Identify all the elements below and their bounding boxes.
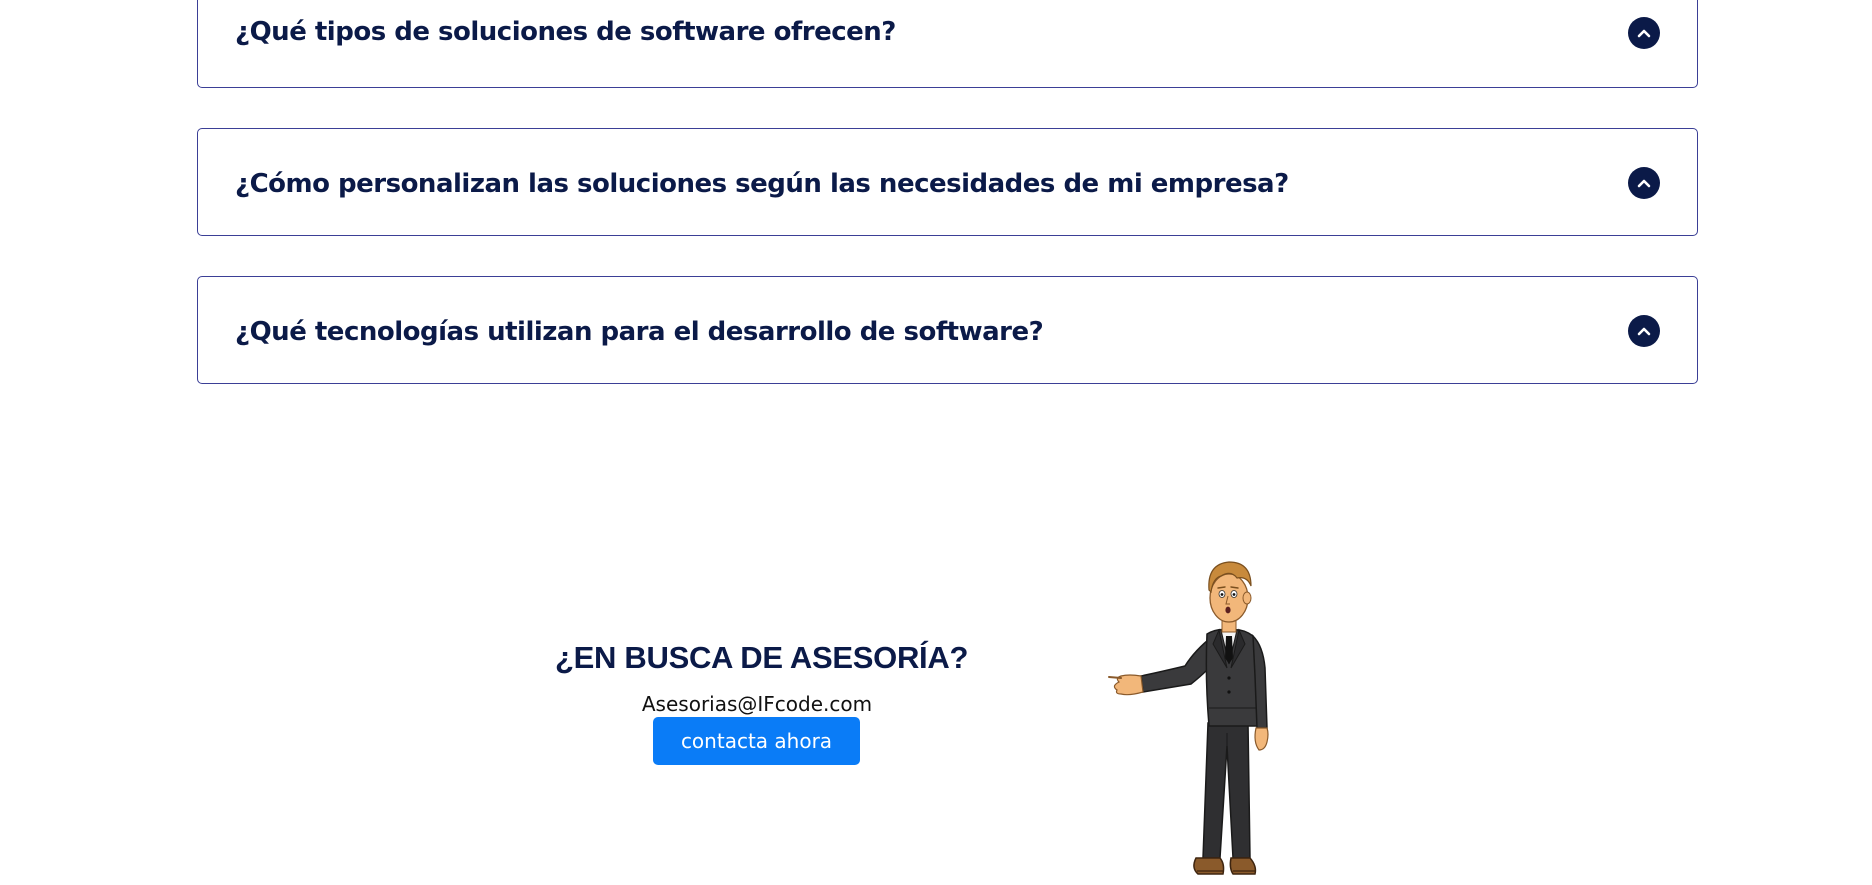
chevron-up-icon[interactable] <box>1628 167 1660 199</box>
faq-question: ¿Qué tipos de soluciones de software ofr… <box>235 17 896 47</box>
chevron-up-icon[interactable] <box>1628 315 1660 347</box>
businessman-illustration <box>1108 561 1269 875</box>
faq-item-software-types[interactable]: ¿Qué tipos de soluciones de software ofr… <box>197 0 1698 88</box>
cta-title: ¿EN BUSCA DE ASESORÍA? <box>555 640 969 675</box>
faq-item-technologies[interactable]: ¿Qué tecnologías utilizan para el desarr… <box>197 276 1698 384</box>
faq-question: ¿Qué tecnologías utilizan para el desarr… <box>235 317 1044 347</box>
contact-now-button[interactable]: contacta ahora <box>653 717 860 765</box>
faq-question: ¿Cómo personalizan las soluciones según … <box>235 169 1289 199</box>
chevron-up-icon[interactable] <box>1628 17 1660 49</box>
faq-item-customization[interactable]: ¿Cómo personalizan las soluciones según … <box>197 128 1698 236</box>
contact-email: Asesorias@IFcode.com <box>641 692 873 716</box>
